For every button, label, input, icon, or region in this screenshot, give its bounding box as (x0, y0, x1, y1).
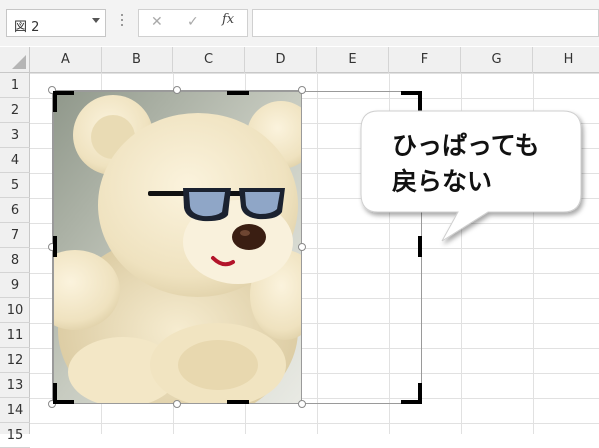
row-header-8[interactable]: 8 (0, 248, 30, 273)
crop-handle-bottom[interactable] (227, 400, 249, 404)
row-header-2[interactable]: 2 (0, 98, 30, 123)
row-header-3[interactable]: 3 (0, 123, 30, 148)
row-header-9[interactable]: 9 (0, 273, 30, 298)
resize-handle-right[interactable] (298, 243, 306, 251)
column-header-d[interactable]: D (245, 47, 317, 73)
resize-handle-bottom[interactable] (173, 400, 181, 408)
row-header-1[interactable]: 1 (0, 73, 30, 98)
column-header-b[interactable]: B (101, 47, 173, 73)
resize-handle-bottom-right[interactable] (298, 400, 306, 408)
enter-icon[interactable]: ✓ (187, 14, 199, 30)
resize-handle-top-right[interactable] (298, 86, 306, 94)
callout-line-1: ひっぱっても (392, 131, 540, 160)
name-box-dropdown-icon[interactable] (92, 18, 100, 23)
resize-handle-top[interactable] (173, 86, 181, 94)
row-header-15[interactable]: 15 (0, 423, 30, 448)
callout-text: ひっぱっても 戻らない (392, 128, 540, 200)
row-header-7[interactable]: 7 (0, 223, 30, 248)
cancel-icon[interactable]: ✕ (151, 14, 163, 30)
column-header-e[interactable]: E (317, 47, 389, 73)
row-header-5[interactable]: 5 (0, 173, 30, 198)
name-box[interactable]: 図 2 (6, 9, 106, 37)
row-header-13[interactable]: 13 (0, 373, 30, 398)
callout-line-2: 戻らない (392, 167, 493, 196)
crop-handle-left[interactable] (53, 236, 57, 257)
row-header-10[interactable]: 10 (0, 298, 30, 323)
crop-handle-top[interactable] (227, 91, 249, 95)
name-box-value: 図 2 (14, 20, 40, 35)
column-header-h[interactable]: H (533, 47, 599, 73)
row-header-14[interactable]: 14 (0, 398, 30, 423)
row-header-6[interactable]: 6 (0, 198, 30, 223)
formula-bar: 図 2 ✕ ✓ fx (0, 0, 599, 46)
column-header-f[interactable]: F (389, 47, 461, 73)
column-header-a[interactable]: A (30, 47, 102, 73)
column-header-g[interactable]: G (461, 47, 533, 73)
row-header-4[interactable]: 4 (0, 148, 30, 173)
row-header-11[interactable]: 11 (0, 323, 30, 348)
formula-input[interactable] (252, 9, 599, 37)
row-header-12[interactable]: 12 (0, 348, 30, 373)
select-all-button[interactable] (0, 47, 30, 73)
picture-selection-frame (52, 90, 302, 404)
insert-function-icon[interactable]: fx (222, 12, 234, 27)
column-header-c[interactable]: C (173, 47, 245, 73)
grip-icon[interactable] (120, 14, 124, 32)
